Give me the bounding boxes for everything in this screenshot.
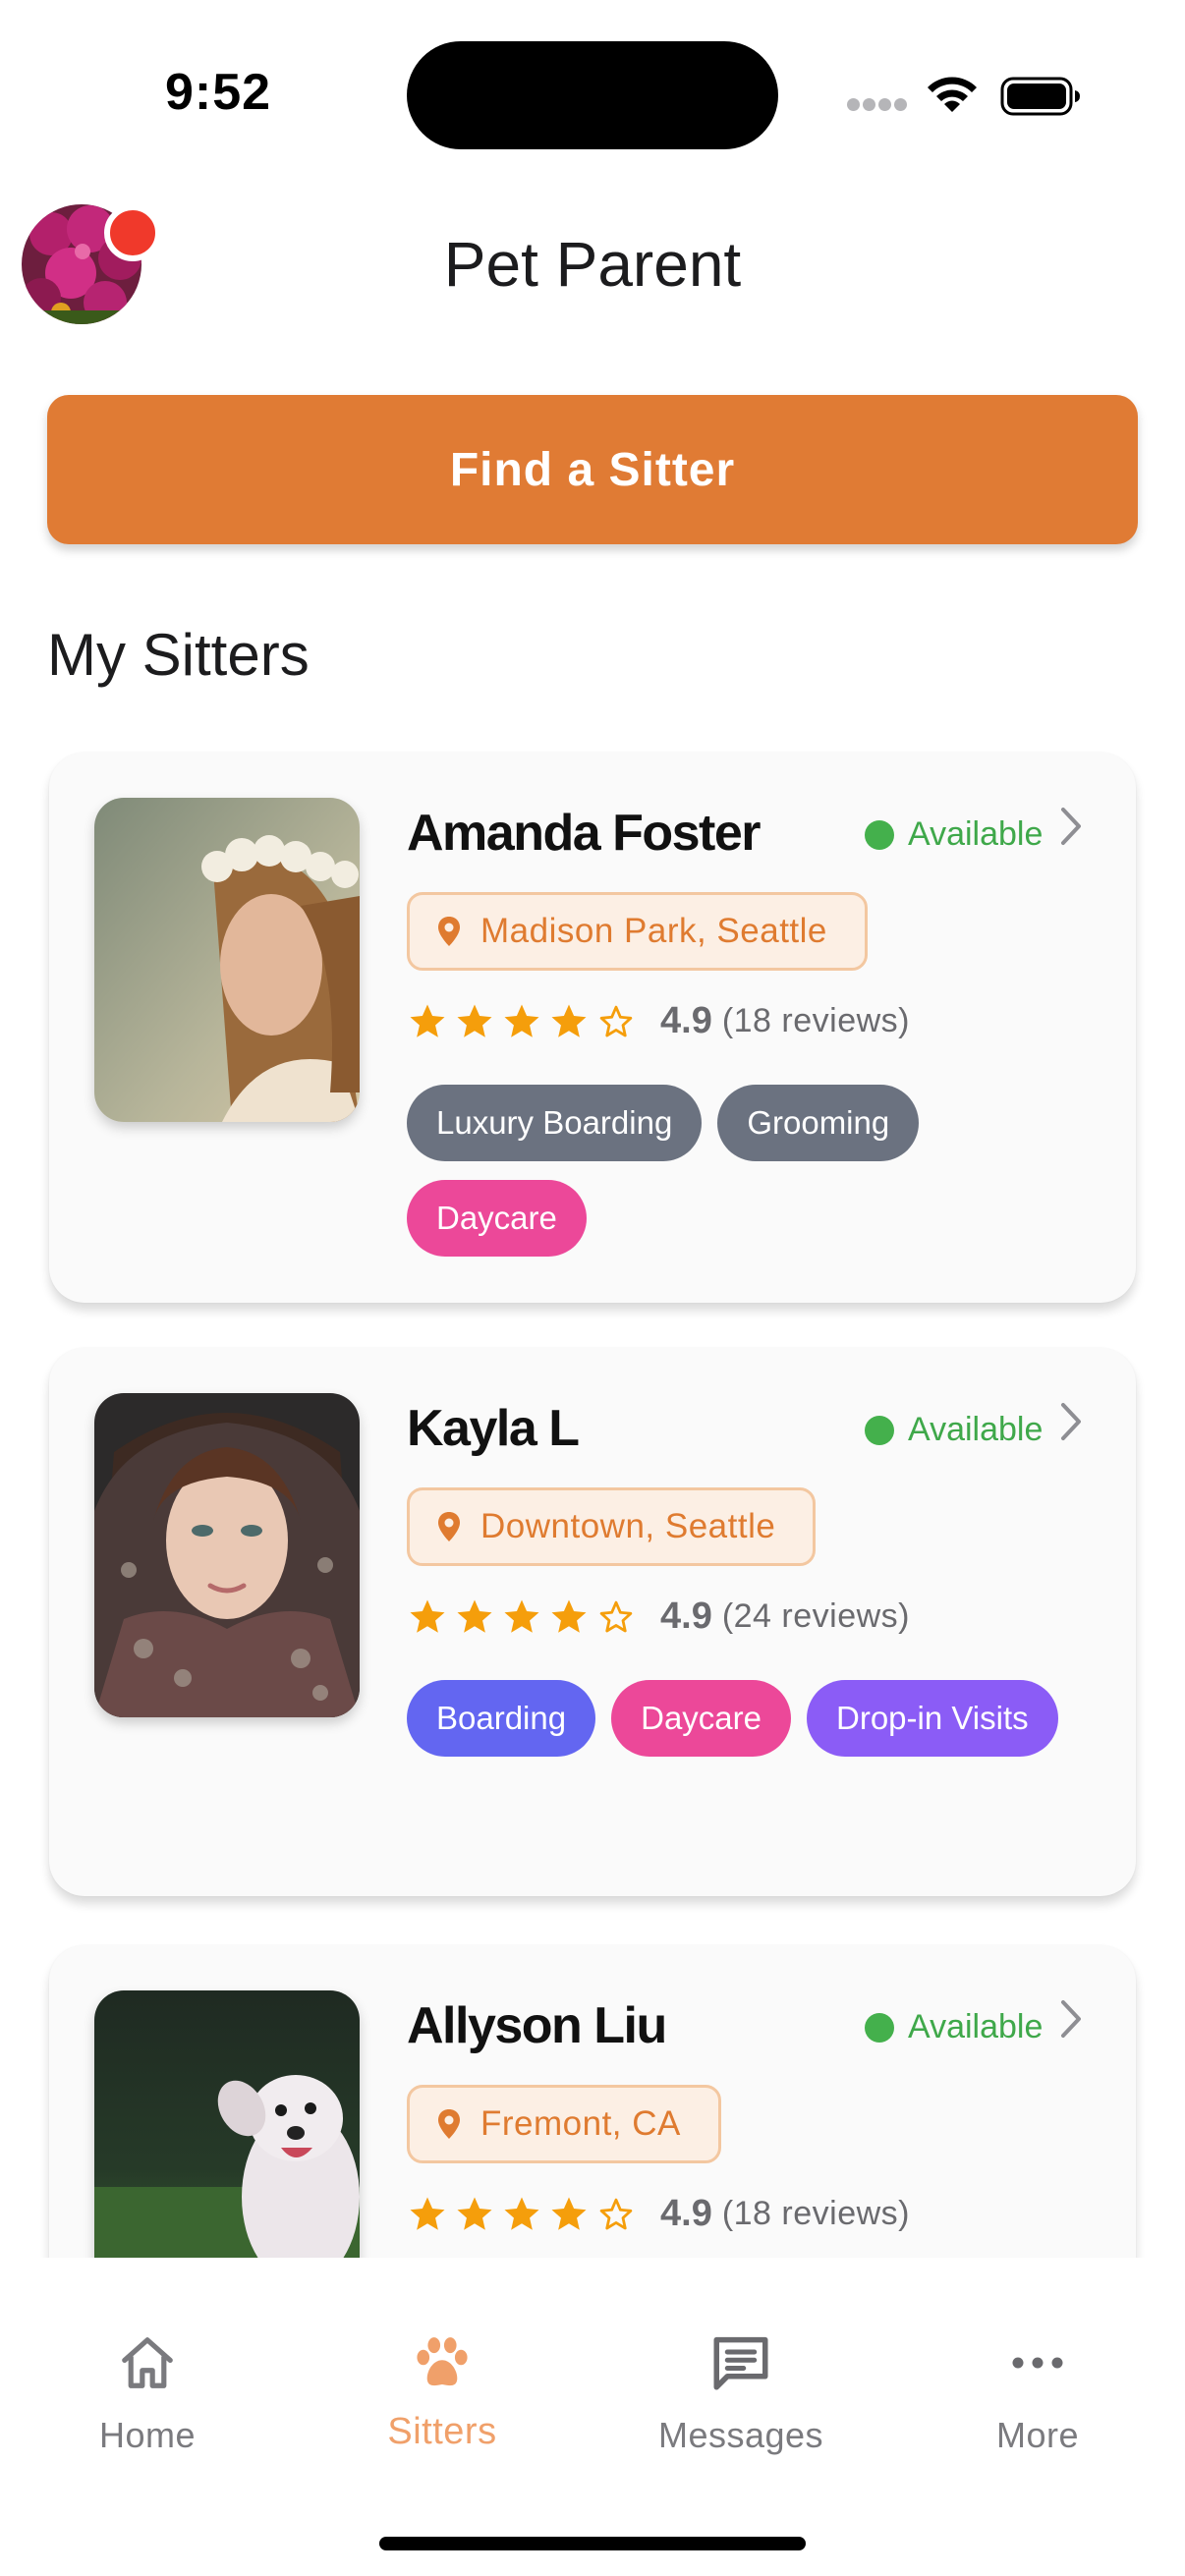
rating-value: 4.9: [660, 2193, 712, 2234]
service-tag: Daycare: [407, 1180, 587, 1257]
service-tags: Boarding Daycare Drop-in Visits: [407, 1680, 1114, 1775]
wifi-icon: [928, 77, 977, 112]
location-pin-icon: [438, 1512, 460, 1541]
home-indicator[interactable]: [379, 2537, 806, 2550]
star-filled-icon: [457, 1004, 492, 1037]
star-outline-icon: [599, 2198, 633, 2229]
nav-label: More: [995, 2415, 1080, 2455]
review-count: (18 reviews): [721, 1002, 910, 1039]
sitter-card[interactable]: Allyson Liu Available Fremont, CA 4.9 (1…: [49, 1945, 1136, 2258]
status-dot: [865, 2012, 894, 2043]
sitter-photo: [94, 1990, 360, 2258]
section-title: My Sitters: [47, 622, 310, 688]
status-time: 9:52: [165, 64, 272, 121]
location-label: Madison Park, Seattle: [480, 912, 827, 950]
availability-status: Available: [865, 2008, 1043, 2046]
service-tag: Daycare: [611, 1680, 791, 1757]
availability-status: Available: [865, 815, 1043, 854]
rating-value: 4.9: [660, 1596, 712, 1637]
star-filled-icon: [504, 2197, 539, 2230]
page-title: Pet Parent: [443, 229, 742, 300]
find-sitter-button[interactable]: Find a Sitter: [47, 395, 1138, 544]
message-icon: [713, 2336, 768, 2390]
sitter-name: Kayla L: [407, 1400, 580, 1457]
availability-label: Available: [908, 815, 1044, 853]
sitter-card[interactable]: Amanda Foster Available Madison Park, Se…: [49, 753, 1136, 1303]
status-bar: 9:52: [0, 0, 1185, 187]
status-dot: [865, 1415, 894, 1445]
availability-label: Available: [908, 1411, 1044, 1448]
sitter-photo: [94, 798, 360, 1122]
star-filled-icon: [410, 1004, 445, 1037]
star-filled-icon: [551, 1599, 587, 1633]
location-badge: Downtown, Seattle: [407, 1487, 817, 1566]
star-outline-icon: [599, 1005, 633, 1036]
star-filled-icon: [457, 1599, 492, 1633]
service-tag: Grooming: [717, 1085, 920, 1161]
nav-home[interactable]: Home: [0, 2328, 295, 2456]
review-count: (24 reviews): [721, 1597, 910, 1635]
star-filled-icon: [410, 1599, 445, 1633]
chevron-right-icon[interactable]: [1053, 1397, 1089, 1446]
rating-row: 4.9 (24 reviews): [407, 1596, 910, 1638]
service-tag: Drop-in Visits: [807, 1680, 1058, 1757]
sitter-name: Allyson Liu: [407, 1997, 667, 2054]
sitter-name: Amanda Foster: [407, 805, 762, 862]
cellular-signal-icon: [847, 98, 908, 114]
star-filled-icon: [551, 2197, 587, 2230]
rating-value: 4.9: [660, 1000, 712, 1041]
rating-row: 4.9 (18 reviews): [407, 2193, 910, 2235]
nav-label: Sitters: [387, 2411, 497, 2452]
star-rating: [407, 1596, 643, 1638]
star-outline-icon: [599, 1600, 633, 1632]
location-pin-icon: [438, 917, 460, 946]
star-filled-icon: [457, 2197, 492, 2230]
more-icon: [1012, 2357, 1063, 2369]
star-rating: [407, 1001, 643, 1042]
nav-sitters[interactable]: Sitters: [295, 2328, 590, 2453]
location-label: Fremont, CA: [480, 2104, 681, 2143]
sitter-photo: [94, 1393, 360, 1717]
star-filled-icon: [410, 2197, 445, 2230]
availability-status: Available: [865, 1411, 1043, 1449]
nav-label: Messages: [657, 2415, 824, 2455]
home-icon: [122, 2337, 173, 2388]
nav-more[interactable]: More: [890, 2328, 1185, 2456]
service-tag: Boarding: [407, 1680, 596, 1757]
status-dot: [865, 819, 894, 850]
rating-row: 4.9 (18 reviews): [407, 1000, 910, 1042]
star-filled-icon: [551, 1004, 587, 1037]
nav-label: Home: [98, 2415, 197, 2455]
review-count: (18 reviews): [721, 2195, 910, 2232]
star-filled-icon: [504, 1004, 539, 1037]
bottom-navigation: Home Sitters Messages More: [0, 2258, 1185, 2576]
sitter-list[interactable]: Amanda Foster Available Madison Park, Se…: [0, 688, 1185, 2258]
location-badge: Fremont, CA: [407, 2085, 721, 2163]
sitter-card[interactable]: Kayla L Available Downtown, Seattle 4.9 …: [49, 1348, 1136, 1896]
star-filled-icon: [504, 1599, 539, 1633]
location-badge: Madison Park, Seattle: [407, 892, 868, 971]
location-pin-icon: [438, 2109, 460, 2139]
star-rating: [407, 2194, 643, 2235]
battery-icon: [1000, 77, 1080, 116]
service-tag: Luxury Boarding: [407, 1085, 703, 1161]
chevron-right-icon[interactable]: [1053, 802, 1089, 851]
chevron-right-icon[interactable]: [1053, 1994, 1089, 2044]
location-label: Downtown, Seattle: [480, 1507, 776, 1545]
service-tags: Luxury Boarding Grooming Daycare: [407, 1085, 1114, 1275]
dynamic-island: [407, 41, 778, 149]
nav-messages[interactable]: Messages: [593, 2328, 888, 2456]
availability-label: Available: [908, 2008, 1044, 2045]
paw-icon: [417, 2337, 468, 2386]
